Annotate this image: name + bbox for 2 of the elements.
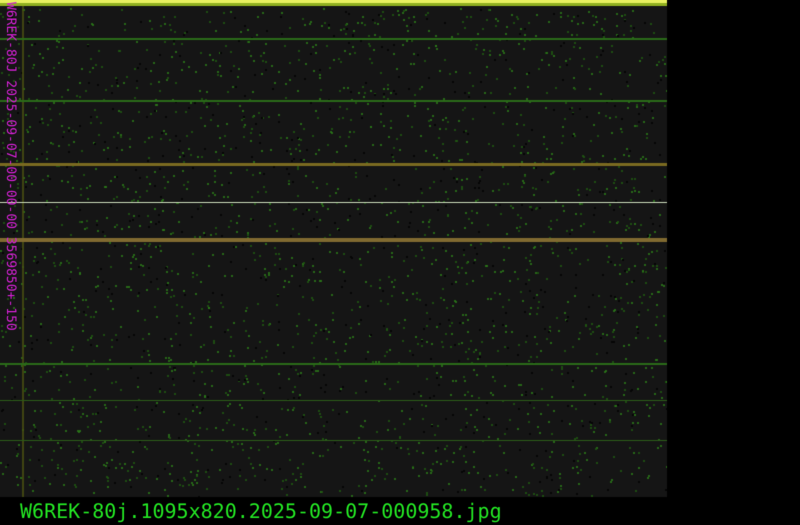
station-label: W6REK-80J 2025-09-07-00-00-00 3569850+-150 bbox=[3, 2, 17, 331]
filename-caption: W6REK-80j.1095x820.2025-09-07-000958.jpg bbox=[20, 499, 502, 523]
